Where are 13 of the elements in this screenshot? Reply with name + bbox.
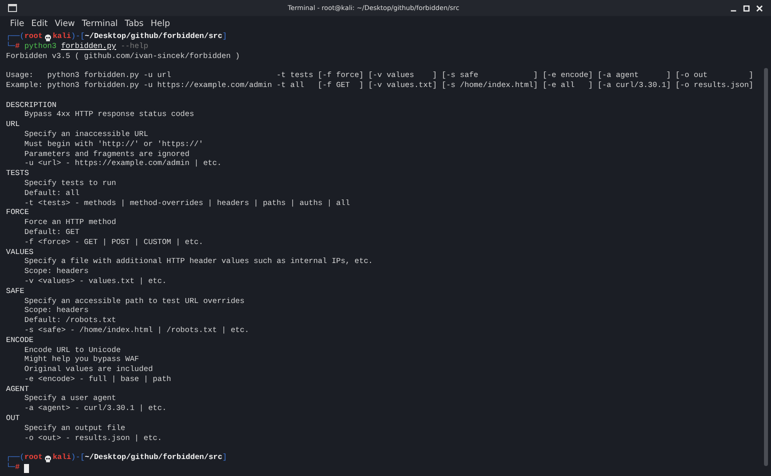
menu-item[interactable]: Help — [150, 19, 170, 29]
menu-item[interactable]: View — [54, 19, 75, 29]
menu-item[interactable]: File — [10, 19, 24, 29]
scrollbar[interactable] — [764, 68, 768, 466]
menu-item[interactable]: Terminal — [82, 19, 118, 29]
terminal-icon — [8, 4, 17, 12]
menu-item[interactable]: Tabs — [124, 19, 144, 29]
text-cursor — [24, 464, 30, 474]
skull-icon — [44, 34, 52, 42]
close-icon[interactable] — [756, 4, 763, 12]
maximize-icon[interactable] — [743, 4, 750, 12]
skull-icon — [44, 455, 52, 464]
menu-item[interactable]: Edit — [31, 19, 48, 29]
